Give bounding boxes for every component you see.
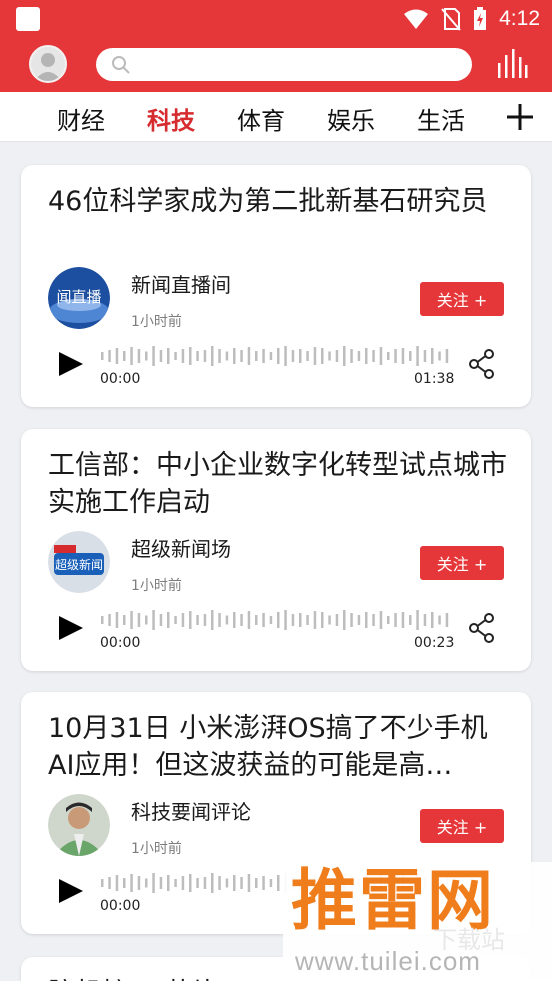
follow-button[interactable]: 关注 + [420,282,504,316]
audio-current-time: 00:00 [100,635,141,651]
tab-tech[interactable]: 科技 [147,101,195,136]
news-card[interactable]: 46位科学家成为第二批新基石研究员 闻直播 新闻直播间 1小时前 关注 + 00… [21,165,531,407]
source-avatar[interactable]: 超级新闻 [48,531,110,593]
source-name[interactable]: 新闻直播间 [131,269,231,298]
audio-waveform[interactable] [100,344,452,368]
publish-time: 1小时前 [131,314,182,330]
tab-finance[interactable]: 财经 [57,101,105,136]
watermark: 推雷网 下载站 www.tuilei.com [283,862,552,981]
search-icon [112,56,130,74]
source-avatar[interactable] [48,794,110,856]
user-icon [34,53,62,81]
wifi-icon [404,9,429,29]
news-card[interactable]: 工信部：中小企业数字化转型试点城市实施工作启动 超级新闻 超级新闻场 1小时前 … [21,429,531,671]
news-title[interactable]: 脑机接口 芯片 [48,971,219,981]
audio-current-time: 00:00 [100,898,141,914]
add-tab-icon[interactable] [505,102,535,132]
watermark-url: www.tuilei.com [295,946,481,976]
status-icons: 4:12 [403,6,540,32]
play-icon[interactable] [55,876,85,906]
notification-icon [16,7,40,31]
search-input[interactable] [96,48,472,81]
play-icon[interactable] [55,349,85,379]
svg-text:超级新闻: 超级新闻 [55,557,103,572]
play-icon[interactable] [55,613,85,643]
user-avatar[interactable] [29,45,67,83]
share-icon[interactable] [469,613,495,643]
clock: 4:12 [499,7,540,30]
battery-charging-icon [474,7,487,30]
news-title[interactable]: 工信部：中小企业数字化转型试点城市实施工作启动 [48,447,508,521]
tab-entertainment[interactable]: 娱乐 [327,101,375,136]
news-title[interactable]: 46位科学家成为第二批新基石研究员 [48,183,508,257]
audio-current-time: 00:00 [100,371,141,387]
top-bar [0,40,552,92]
publish-time: 1小时前 [131,841,182,857]
audio-duration: 00:23 [414,635,455,651]
tab-sports[interactable]: 体育 [237,101,285,136]
follow-button[interactable]: 关注 + [420,546,504,580]
stats-icon[interactable] [496,49,528,79]
no-sim-icon [441,8,461,31]
svg-text:闻直播: 闻直播 [56,288,101,306]
tab-life[interactable]: 生活 [417,101,465,136]
source-name[interactable]: 超级新闻场 [131,533,231,562]
category-tabs: 财经 科技 体育 娱乐 生活 [0,92,552,142]
source-avatar[interactable]: 闻直播 [48,267,110,329]
news-title[interactable]: 10月31日 小米澎湃OS搞了不少手机AI应用！但这波获益的可能是高… [48,710,508,784]
audio-waveform[interactable] [100,608,452,632]
audio-duration: 01:38 [414,371,455,387]
share-icon[interactable] [469,349,495,379]
publish-time: 1小时前 [131,578,182,594]
follow-button[interactable]: 关注 + [420,809,504,843]
source-name[interactable]: 科技要闻评论 [131,796,251,825]
status-bar: 4:12 [0,0,552,40]
